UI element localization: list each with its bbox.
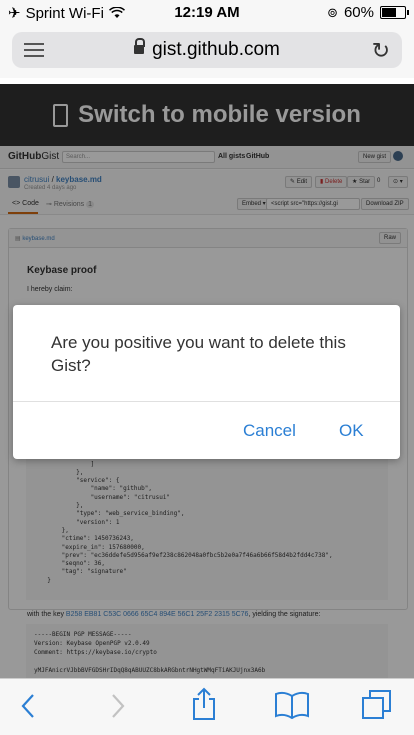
back-icon[interactable]: [18, 691, 38, 721]
orientation-lock-icon: ⊚: [327, 4, 338, 20]
cancel-button[interactable]: Cancel: [243, 421, 296, 441]
dialog-message: Are you positive you want to delete this…: [51, 333, 346, 375]
dialog-divider: [13, 401, 400, 402]
ok-button[interactable]: OK: [339, 421, 364, 441]
battery-icon: [380, 6, 409, 19]
status-bar: ✈ Sprint Wi-Fi 12:19 AM ⊚ 60%: [0, 0, 414, 26]
address-bar: gist.github.com ↻: [0, 26, 414, 78]
browser-toolbar: [0, 678, 414, 735]
forward-icon[interactable]: [108, 691, 128, 721]
bookmarks-icon[interactable]: [274, 690, 310, 720]
lock-icon: [134, 38, 146, 54]
delete-confirm-dialog: Are you positive you want to delete this…: [13, 305, 400, 459]
battery-percent: 60%: [343, 4, 374, 21]
share-icon[interactable]: [190, 687, 218, 721]
url-field[interactable]: gist.github.com ↻: [12, 32, 402, 68]
tabs-icon[interactable]: [360, 689, 394, 721]
reload-icon[interactable]: ↻: [372, 38, 390, 64]
url-text: gist.github.com: [152, 39, 280, 60]
